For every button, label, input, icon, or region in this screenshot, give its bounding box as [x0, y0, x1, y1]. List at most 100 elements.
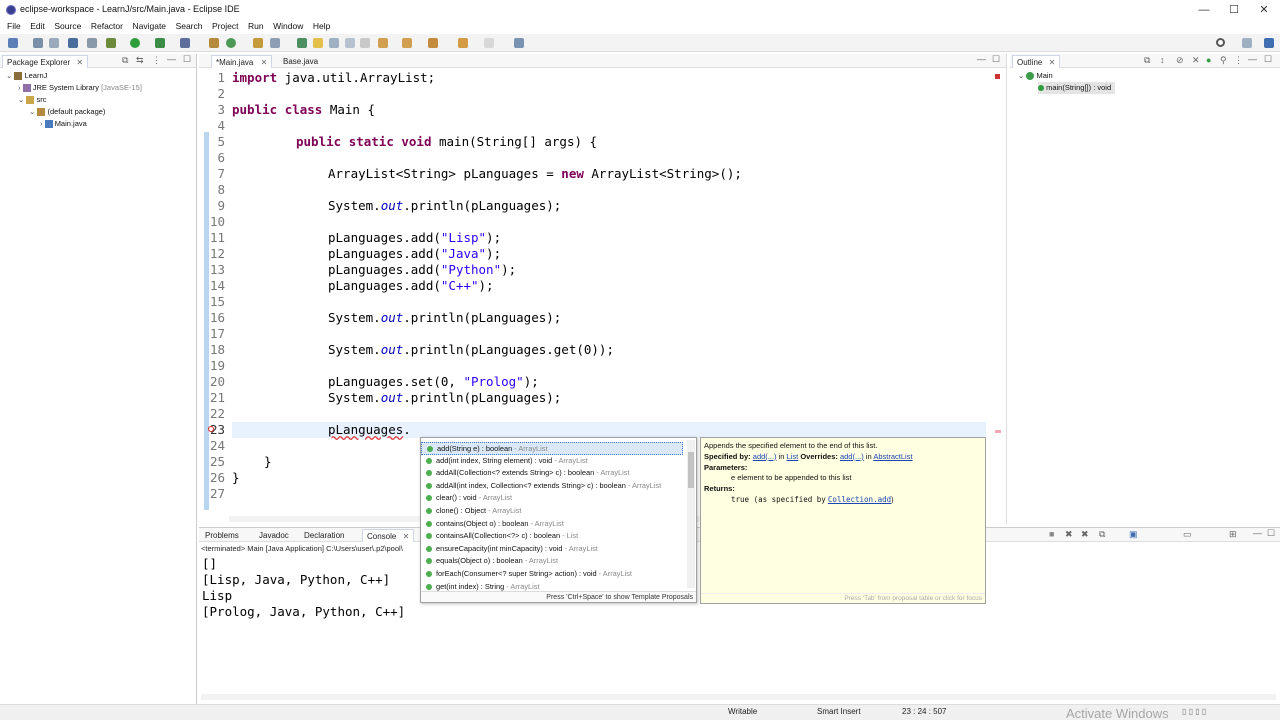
new-icon[interactable] — [8, 38, 18, 48]
tree-item-project[interactable]: ⌄ LearnJ — [6, 70, 47, 82]
pin-editor-icon[interactable] — [514, 38, 524, 48]
code-line-3[interactable]: public class Main { — [232, 102, 375, 118]
hide-nonpublic-icon[interactable]: ● — [1206, 55, 1211, 65]
last-edit-icon[interactable] — [428, 38, 438, 48]
code-line-1[interactable]: import java.util.ArrayList; — [232, 70, 435, 86]
close-tab-icon[interactable]: ✕ — [261, 58, 268, 67]
next-edit-icon[interactable] — [378, 38, 388, 48]
terminate-icon[interactable]: ■ — [1049, 529, 1054, 539]
view-menu-icon[interactable]: ⋮ — [1234, 55, 1243, 66]
next-annotation-icon[interactable] — [297, 38, 307, 48]
minimize-view-icon[interactable]: — — [1248, 54, 1257, 64]
menu-source[interactable]: Source — [54, 20, 81, 33]
proposal-item[interactable]: addAll(Collection<? extends String> c) :… — [421, 467, 683, 480]
new-class-icon[interactable] — [226, 38, 236, 48]
code-line-26[interactable]: } — [232, 470, 240, 486]
tab-base-java[interactable]: Base.java — [279, 55, 322, 68]
prev-edit-icon[interactable] — [402, 38, 412, 48]
maximize-button[interactable]: ☐ — [1218, 0, 1250, 20]
collapse-all-icon[interactable]: ⧉ — [1144, 55, 1150, 66]
tab-package-explorer[interactable]: Package Explorer ✕ — [2, 55, 89, 68]
tree-item-src[interactable]: ⌄ src — [18, 94, 46, 106]
proposal-item[interactable]: containsAll(Collection<?> c) : boolean -… — [421, 530, 683, 543]
tab-console[interactable]: Console ✕ — [362, 529, 415, 542]
display-console-icon[interactable]: ▭ — [1183, 529, 1192, 540]
back-icon[interactable] — [458, 38, 468, 48]
error-marker-icon[interactable] — [208, 426, 214, 432]
open-type-icon[interactable] — [253, 38, 263, 48]
proposal-item[interactable]: forEach(Consumer<? super String> action)… — [421, 568, 683, 581]
code-line-7[interactable]: ArrayList<String> pLanguages = new Array… — [328, 166, 742, 182]
skip-breakpoints-icon[interactable] — [87, 38, 97, 48]
tree-item-main-java[interactable]: › Main.java — [40, 118, 87, 130]
maximize-editor-icon[interactable]: ☐ — [992, 54, 1000, 65]
code-line-13[interactable]: pLanguages.add("Python"); — [328, 262, 516, 278]
link-add-override[interactable]: add(...) — [840, 452, 864, 461]
terminal-icon[interactable] — [68, 38, 78, 48]
new-java-project-icon[interactable] — [209, 38, 219, 48]
link-abstractlist[interactable]: AbstractList — [873, 452, 912, 461]
pin-console-icon[interactable]: ▣ — [1129, 529, 1138, 540]
tab-main-java[interactable]: *Main.java ✕ — [211, 55, 273, 68]
code-line-5[interactable]: public static void main(String[] args) { — [296, 134, 597, 150]
proposal-item[interactable]: addAll(int index, Collection<? extends S… — [421, 480, 683, 493]
proposal-item[interactable]: ensureCapacity(int minCapacity) : void -… — [421, 543, 683, 556]
debug-icon[interactable] — [106, 38, 116, 48]
minimize-view-icon[interactable]: — — [1253, 528, 1262, 538]
proposal-item[interactable]: clone() : Object - ArrayList — [421, 505, 683, 518]
minimize-editor-icon[interactable]: — — [977, 54, 986, 64]
java-perspective-icon[interactable] — [1264, 38, 1274, 48]
menu-project[interactable]: Project — [212, 20, 238, 33]
code-line-25[interactable]: } — [264, 454, 272, 470]
proposal-item[interactable]: add(int index, String element) : void - … — [421, 455, 683, 468]
link-editor-icon[interactable]: ⇆ — [136, 55, 144, 66]
sort-icon[interactable]: ↕ — [1160, 55, 1165, 65]
code-line-21[interactable]: System.out.println(pLanguages); — [328, 390, 561, 406]
menu-run[interactable]: Run — [248, 20, 264, 33]
run-icon[interactable] — [130, 38, 140, 48]
close-tab-icon[interactable]: ✕ — [1049, 58, 1056, 67]
tree-item-default-package[interactable]: ⌄ (default package) — [29, 106, 105, 118]
proposal-item[interactable]: add(String e) : boolean - ArrayList — [421, 442, 683, 455]
open-console-icon[interactable]: ⊞ — [1229, 529, 1237, 540]
hide-local-types-icon[interactable]: ⚲ — [1220, 55, 1227, 66]
proposal-item[interactable]: equals(Object o) : boolean - ArrayList — [421, 555, 683, 568]
word-wrap-icon[interactable] — [345, 38, 355, 48]
menu-window[interactable]: Window — [273, 20, 303, 33]
close-tab-icon[interactable]: ✕ — [403, 532, 410, 541]
show-whitespace-icon[interactable] — [360, 38, 370, 48]
overview-error-icon[interactable] — [995, 74, 1000, 79]
mark-occurrences-icon[interactable] — [313, 38, 323, 48]
proposal-item[interactable]: clear() : void - ArrayList — [421, 492, 683, 505]
menu-refactor[interactable]: Refactor — [91, 20, 123, 33]
tree-item-jre[interactable]: › JRE System Library [JavaSE-15] — [18, 82, 142, 94]
remove-all-icon[interactable]: ✖ — [1081, 529, 1089, 540]
block-selection-icon[interactable] — [329, 38, 339, 48]
menu-edit[interactable]: Edit — [30, 20, 45, 33]
hide-fields-icon[interactable]: ⊘ — [1176, 55, 1184, 66]
code-line-9[interactable]: System.out.println(pLanguages); — [328, 198, 561, 214]
menu-navigate[interactable]: Navigate — [132, 20, 166, 33]
scroll-lock-icon[interactable]: ⧉ — [1099, 529, 1105, 540]
code-line-20[interactable]: pLanguages.set(0, "Prolog"); — [328, 374, 539, 390]
code-line-23[interactable]: pLanguages. — [328, 422, 411, 438]
code-line-11[interactable]: pLanguages.add("Lisp"); — [328, 230, 501, 246]
maximize-view-icon[interactable]: ☐ — [1264, 54, 1272, 65]
menu-search[interactable]: Search — [176, 20, 203, 33]
minimize-button[interactable]: — — [1188, 0, 1220, 20]
minimize-view-icon[interactable]: — — [167, 54, 176, 64]
code-line-18[interactable]: System.out.println(pLanguages.get(0)); — [328, 342, 614, 358]
coverage-icon[interactable] — [155, 38, 165, 48]
close-tab-icon[interactable]: ✕ — [76, 58, 83, 67]
hide-static-icon[interactable]: ✕ — [1192, 55, 1200, 66]
maximize-view-icon[interactable]: ☐ — [183, 54, 191, 65]
menu-help[interactable]: Help — [313, 20, 330, 33]
forward-icon[interactable] — [484, 38, 494, 48]
outline-method-main[interactable]: main(String[]) : void — [1038, 82, 1116, 94]
scrollbar-thumb[interactable] — [688, 452, 694, 488]
remove-launch-icon[interactable]: ✖ — [1065, 529, 1073, 540]
tab-outline[interactable]: Outline ✕ — [1012, 55, 1061, 68]
tab-javadoc[interactable]: Javadoc — [255, 529, 293, 542]
proposal-scrollbar[interactable] — [687, 440, 695, 588]
link-list[interactable]: List — [787, 452, 799, 461]
